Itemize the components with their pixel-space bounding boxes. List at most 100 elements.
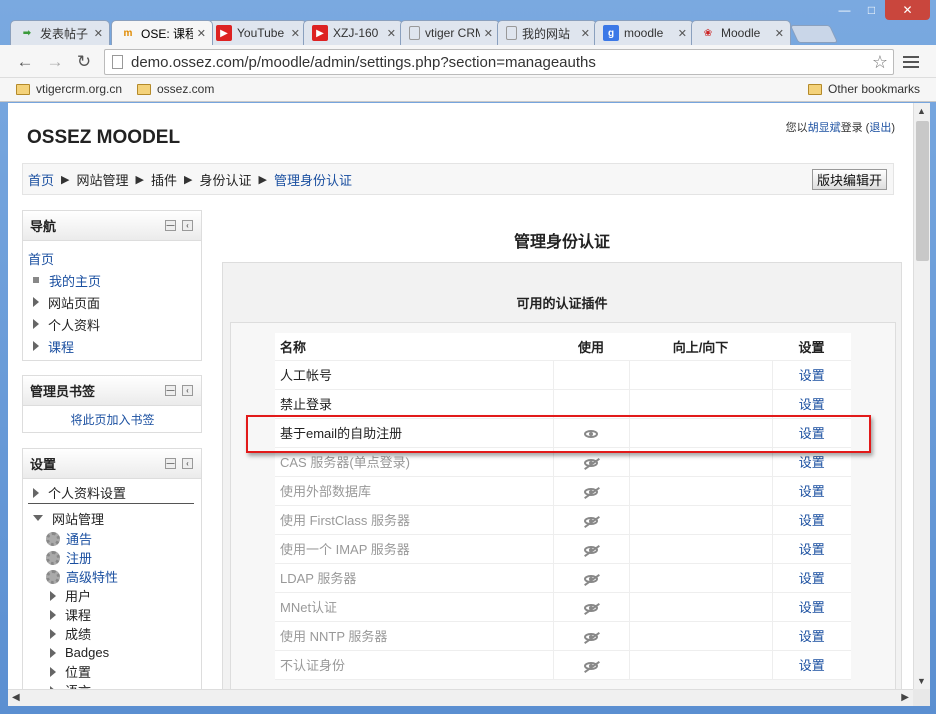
settings-tree-item[interactable]: 课程: [28, 605, 197, 624]
url-text[interactable]: demo.ossez.com/p/moodle/admin/settings.p…: [131, 54, 872, 71]
browser-tab[interactable]: ➡ 发表帖子 ✕: [10, 20, 110, 45]
settings-tree-item[interactable]: 成绩: [28, 624, 197, 643]
close-tab-icon[interactable]: ✕: [581, 27, 590, 40]
enable-cell[interactable]: [552, 650, 629, 680]
close-tab-icon[interactable]: ✕: [678, 27, 687, 40]
eye-slash-icon[interactable]: [584, 632, 598, 641]
settings-tree-item[interactable]: Badges: [28, 643, 197, 662]
settings-link[interactable]: 设置: [799, 455, 825, 470]
chrome-menu-icon[interactable]: [903, 53, 919, 71]
scroll-right-arrow-icon[interactable]: ▶: [901, 692, 909, 703]
eye-slash-icon[interactable]: [584, 516, 598, 525]
eye-slash-icon[interactable]: [584, 603, 598, 612]
vertical-scrollbar[interactable]: ▲ ▼: [913, 103, 930, 689]
settings-link[interactable]: 设置: [799, 629, 825, 644]
nav-item-label[interactable]: 课程: [48, 337, 74, 356]
eye-slash-icon[interactable]: [584, 487, 598, 496]
bookmark-this-page-link[interactable]: 将此页加入书签: [70, 413, 154, 427]
settings-tree-item[interactable]: 用户: [28, 586, 197, 605]
close-tab-icon[interactable]: ✕: [387, 27, 396, 40]
browser-tab[interactable]: ▶ YouTube ✕: [207, 20, 307, 45]
reload-icon[interactable]: ↻: [73, 51, 95, 73]
eye-slash-icon[interactable]: [584, 574, 598, 583]
back-arrow-icon[interactable]: ←: [14, 51, 36, 73]
browser-tab[interactable]: 我的网站 ✕: [497, 20, 597, 45]
dock-icon[interactable]: ‹: [182, 458, 193, 469]
other-bookmarks[interactable]: Other bookmarks: [808, 82, 920, 96]
close-tab-icon[interactable]: ✕: [197, 27, 206, 40]
collapse-icon[interactable]: —: [165, 220, 176, 231]
settings-site-admin[interactable]: 网站管理: [28, 507, 197, 529]
expand-arrow-icon[interactable]: [33, 319, 39, 329]
dock-icon[interactable]: ‹: [182, 220, 193, 231]
settings-gear-item[interactable]: 高级特性: [28, 567, 197, 586]
scroll-left-arrow-icon[interactable]: ◀: [12, 692, 20, 703]
expand-arrow-icon[interactable]: [33, 487, 39, 498]
eye-slash-icon[interactable]: [584, 458, 598, 467]
settings-item-label[interactable]: 通告: [66, 529, 92, 548]
logout-link[interactable]: 退出: [869, 122, 891, 134]
settings-link[interactable]: 设置: [799, 658, 825, 673]
settings-link[interactable]: 设置: [799, 571, 825, 586]
settings-item-label[interactable]: 注册: [66, 548, 92, 567]
close-tab-icon[interactable]: ✕: [775, 27, 784, 40]
browser-tab[interactable]: ❀ Moodle ✕: [691, 20, 791, 45]
close-tab-icon[interactable]: ✕: [291, 27, 300, 40]
enable-cell[interactable]: [552, 476, 629, 506]
nav-item-profile[interactable]: 个人资料: [28, 313, 197, 335]
eye-slash-icon[interactable]: [584, 545, 598, 554]
breadcrumb-current[interactable]: 管理身份认证: [274, 170, 352, 189]
star-icon[interactable]: ☆: [872, 52, 888, 73]
browser-tab[interactable]: vtiger CRM ✕: [400, 20, 500, 45]
close-window-icon[interactable]: ✕: [885, 0, 930, 20]
enable-cell[interactable]: [552, 563, 629, 593]
settings-tree-item[interactable]: 位置: [28, 662, 197, 681]
maximize-icon[interactable]: □: [858, 0, 885, 20]
close-tab-icon[interactable]: ✕: [94, 27, 103, 40]
browser-tab[interactable]: ▶ XZJ-160 ✕: [303, 20, 403, 45]
browser-tab-active[interactable]: m OSE: 课程 ✕: [111, 20, 213, 45]
expand-arrow-icon[interactable]: [33, 341, 39, 351]
collapse-icon[interactable]: —: [165, 385, 176, 396]
expand-arrow-icon[interactable]: [50, 647, 56, 658]
settings-link[interactable]: 设置: [799, 600, 825, 615]
horizontal-scrollbar[interactable]: ◀ ▶: [8, 689, 913, 706]
site-title[interactable]: OSSEZ MOODEL: [27, 127, 180, 149]
settings-link[interactable]: 设置: [799, 542, 825, 557]
user-link[interactable]: 胡显斌: [808, 122, 841, 134]
scroll-thumb[interactable]: [916, 121, 929, 261]
enable-cell[interactable]: [552, 505, 629, 535]
breadcrumb-item[interactable]: 插件: [151, 170, 177, 189]
expand-arrow-icon[interactable]: [50, 590, 56, 601]
browser-tab[interactable]: g moodle ✕: [594, 20, 694, 45]
breadcrumb-item[interactable]: 网站管理: [76, 170, 128, 189]
scroll-up-arrow-icon[interactable]: ▲: [917, 106, 926, 116]
nav-home-link[interactable]: 首页: [28, 249, 54, 268]
breadcrumb-item[interactable]: 身份认证: [199, 170, 251, 189]
collapse-arrow-icon[interactable]: [33, 515, 43, 521]
settings-link[interactable]: 设置: [799, 397, 825, 412]
enable-cell[interactable]: [552, 621, 629, 651]
edit-blocks-button[interactable]: 版块编辑开: [811, 169, 887, 190]
minimize-icon[interactable]: —: [831, 0, 858, 20]
expand-arrow-icon[interactable]: [50, 609, 56, 620]
address-bar[interactable]: demo.ossez.com/p/moodle/admin/settings.p…: [104, 49, 894, 75]
settings-link[interactable]: 设置: [799, 513, 825, 528]
nav-home[interactable]: 首页: [28, 247, 197, 269]
forward-arrow-icon[interactable]: →: [44, 51, 66, 73]
collapse-icon[interactable]: —: [165, 458, 176, 469]
nav-item-courses[interactable]: 课程: [28, 335, 197, 357]
eye-slash-icon[interactable]: [584, 661, 598, 670]
settings-link[interactable]: 设置: [799, 484, 825, 499]
settings-link[interactable]: 设置: [799, 368, 825, 383]
nav-item-site-pages[interactable]: 网站页面: [28, 291, 197, 313]
bookmark-item[interactable]: vtigercrm.org.cn: [16, 82, 122, 96]
expand-arrow-icon[interactable]: [33, 297, 39, 307]
nav-item-my-home[interactable]: 我的主页: [28, 269, 197, 291]
settings-gear-item[interactable]: 注册: [28, 548, 197, 567]
breadcrumb-home[interactable]: 首页: [28, 170, 54, 189]
nav-item-label[interactable]: 我的主页: [49, 271, 101, 290]
close-tab-icon[interactable]: ✕: [484, 27, 493, 40]
dock-icon[interactable]: ‹: [182, 385, 193, 396]
settings-gear-item[interactable]: 通告: [28, 529, 197, 548]
